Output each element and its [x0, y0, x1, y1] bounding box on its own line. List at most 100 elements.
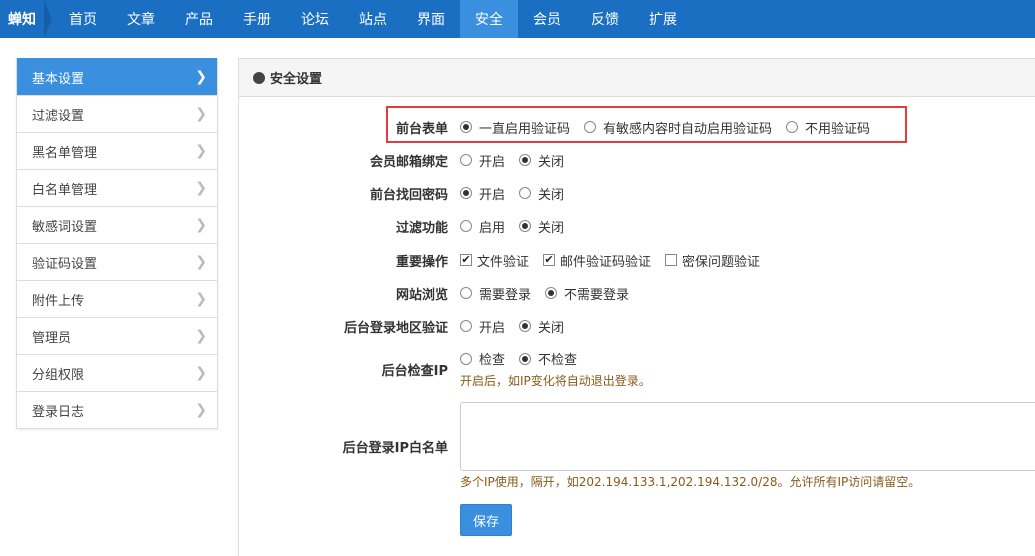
radio-icon: [519, 187, 532, 199]
nav-item-feedback[interactable]: 反馈: [576, 0, 634, 38]
nav-item-manual[interactable]: 手册: [228, 0, 286, 38]
form-row-captcha: 前台表单 一直启用验证码 有敏感内容时自动启用验证码 不用验证码: [239, 117, 1035, 137]
nav-item-home[interactable]: 首页: [54, 0, 112, 38]
radio-login-region-off[interactable]: 关闭: [519, 317, 564, 336]
sidebar-item-group-perms[interactable]: 分组权限 ❯: [17, 354, 217, 391]
nav-item-articles[interactable]: 文章: [112, 0, 170, 38]
radio-selected-icon: [519, 154, 532, 166]
sidebar-item-sensitive-words[interactable]: 敏感词设置 ❯: [17, 206, 217, 243]
sidebar-item-label: 验证码设置: [32, 256, 98, 272]
radio-icon: [584, 121, 597, 133]
option-label: 需要登录: [479, 287, 532, 303]
nav-item-forum[interactable]: 论坛: [286, 0, 344, 38]
sidebar-item-label: 分组权限: [32, 367, 85, 383]
nav-item-security[interactable]: 安全: [460, 0, 518, 38]
option-label: 开启: [479, 320, 506, 336]
sidebar-item-blacklist[interactable]: 黑名单管理 ❯: [17, 132, 217, 169]
field-label: 网站浏览: [395, 287, 448, 303]
chevron-right-icon: ❯: [195, 106, 207, 122]
sidebar-item-upload[interactable]: 附件上传 ❯: [17, 280, 217, 317]
radio-selected-icon: [460, 121, 472, 133]
radio-filter-off[interactable]: 关闭: [519, 217, 564, 236]
radio-email-bind-on[interactable]: 开启: [460, 151, 505, 170]
radio-icon: [460, 352, 472, 365]
radio-selected-icon: [519, 320, 532, 332]
option-label: 启用: [479, 220, 506, 236]
chevron-right-icon: ❯: [195, 328, 207, 344]
checkbox-email-code-verify[interactable]: ✔ 邮件验证码验证: [543, 251, 651, 270]
sidebar: 基本设置 ❯ 过滤设置 ❯ 黑名单管理 ❯ 白名单管理 ❯ 敏感词设置 ❯ 验证码设置 ❯ …: [16, 58, 218, 429]
security-settings-panel: 安全设置 前台表单 一直启用验证码 有敏感内容时自动启用验证码 不用验证码 会员…: [238, 58, 1035, 556]
nav-item-site[interactable]: 站点: [344, 0, 402, 38]
chevron-right-icon: ❯: [195, 291, 207, 307]
checkbox-file-verify[interactable]: ✔ 文件验证: [460, 251, 529, 270]
brand-logo[interactable]: 蝉知: [0, 0, 54, 38]
radio-browse-no-login[interactable]: 不需要登录: [545, 284, 629, 303]
radio-browse-login[interactable]: 需要登录: [460, 284, 531, 303]
sidebar-item-admin[interactable]: 管理员 ❯: [17, 317, 217, 354]
radio-check-ip-off[interactable]: 不检查: [519, 349, 577, 368]
option-label: 不需要登录: [564, 287, 630, 303]
sidebar-item-label: 敏感词设置: [32, 219, 98, 235]
radio-captcha-none[interactable]: 不用验证码: [786, 118, 870, 137]
sidebar-item-label: 过滤设置: [32, 108, 85, 124]
radio-icon: [460, 287, 472, 299]
radio-selected-icon: [460, 187, 472, 199]
option-label: 密保问题验证: [682, 254, 761, 270]
radio-captcha-always[interactable]: 一直启用验证码: [460, 118, 570, 137]
field-label: 后台检查IP: [381, 363, 448, 379]
radio-login-region-on[interactable]: 开启: [460, 317, 505, 336]
sidebar-item-label: 管理员: [32, 330, 72, 346]
panel-header: 安全设置: [239, 59, 1035, 97]
sidebar-item-label: 基本设置: [32, 71, 85, 87]
check-ip-help: 开启后，如IP变化将自动退出登录。: [460, 374, 651, 388]
save-button[interactable]: 保存: [460, 504, 512, 536]
form-row-find-password: 前台找回密码 开启 关闭: [239, 183, 1035, 203]
option-label: 检查: [479, 353, 506, 368]
radio-icon: [460, 220, 472, 232]
radio-email-bind-off[interactable]: 关闭: [519, 151, 564, 170]
checkbox-security-question[interactable]: 密保问题验证: [665, 251, 760, 270]
chevron-right-icon: ❯: [195, 69, 207, 85]
radio-check-ip-on[interactable]: 检查: [460, 349, 505, 368]
radio-icon: [786, 121, 799, 133]
field-label: 会员邮箱绑定: [369, 154, 448, 170]
top-nav: 蝉知 首页 文章 产品 手册 论坛 站点 界面 安全 会员 反馈 扩展: [0, 0, 1035, 38]
nav-item-members[interactable]: 会员: [518, 0, 576, 38]
sidebar-item-basic[interactable]: 基本设置 ❯: [17, 58, 217, 95]
nav-item-ui[interactable]: 界面: [402, 0, 460, 38]
ip-whitelist-textarea[interactable]: [460, 402, 1035, 471]
option-label: 关闭: [538, 154, 565, 170]
radio-icon: [460, 320, 472, 332]
option-label: 关闭: [538, 187, 565, 203]
field-label: 后台登录地区验证: [343, 320, 448, 336]
radio-selected-icon: [545, 287, 558, 299]
nav-item-products[interactable]: 产品: [170, 0, 228, 38]
field-label: 前台找回密码: [369, 187, 448, 203]
option-label: 邮件验证码验证: [560, 254, 652, 270]
sidebar-item-filter[interactable]: 过滤设置 ❯: [17, 95, 217, 132]
sidebar-item-label: 登录日志: [32, 404, 85, 420]
form-row-site-browse: 网站浏览 需要登录 不需要登录: [239, 283, 1035, 303]
chevron-right-icon: ❯: [195, 143, 207, 159]
radio-find-password-off[interactable]: 关闭: [519, 184, 564, 203]
radio-icon: [460, 154, 472, 166]
radio-find-password-on[interactable]: 开启: [460, 184, 505, 203]
field-label: 前台表单: [395, 121, 448, 137]
nav-item-extensions[interactable]: 扩展: [634, 0, 692, 38]
chevron-right-icon: ❯: [195, 254, 207, 270]
sidebar-item-label: 黑名单管理: [32, 145, 98, 161]
radio-filter-on[interactable]: 启用: [460, 217, 505, 236]
option-label: 不检查: [538, 353, 578, 368]
globe-icon: [253, 71, 265, 84]
checkbox-checked-icon: ✔: [460, 253, 472, 266]
sidebar-item-whitelist[interactable]: 白名单管理 ❯: [17, 169, 217, 206]
sidebar-item-captcha[interactable]: 验证码设置 ❯: [17, 243, 217, 280]
sidebar-item-login-log[interactable]: 登录日志 ❯: [17, 391, 217, 428]
field-label: 过滤功能: [395, 220, 448, 236]
radio-captcha-sensitive[interactable]: 有敏感内容时自动启用验证码: [584, 118, 772, 137]
chevron-right-icon: ❯: [195, 365, 207, 381]
option-label: 开启: [479, 187, 506, 203]
option-label: 关闭: [538, 320, 565, 336]
form-row-filter: 过滤功能 启用 关闭: [239, 216, 1035, 236]
